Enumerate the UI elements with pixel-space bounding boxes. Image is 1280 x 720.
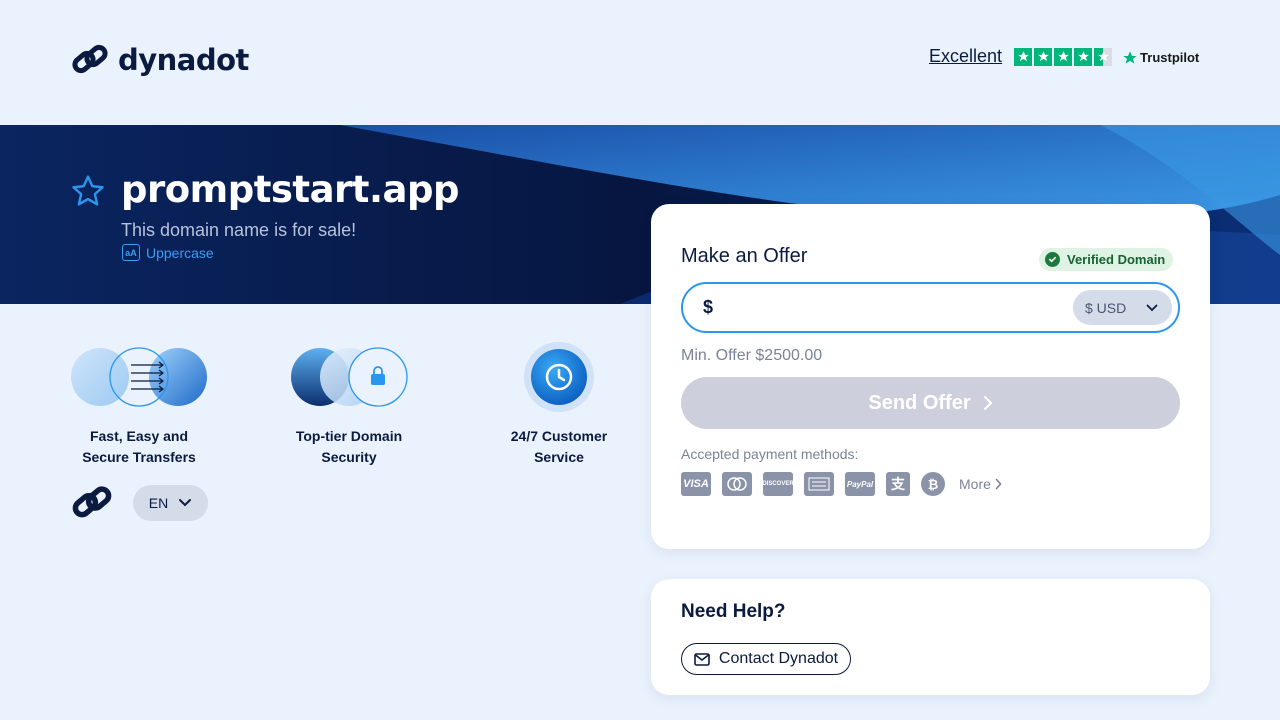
uppercase-toggle[interactable]: aA Uppercase xyxy=(122,244,214,261)
offer-card: Make an Offer Verified Domain $ $ USD Mi… xyxy=(651,204,1210,549)
feature-label: 24/7 Customer Service xyxy=(510,428,608,465)
half-star-icon xyxy=(1094,47,1113,66)
uppercase-icon: aA xyxy=(122,244,140,261)
offer-amount-input[interactable] xyxy=(719,297,1073,318)
verified-badge: Verified Domain xyxy=(1039,248,1174,271)
visa-icon: VISA xyxy=(681,472,711,496)
feature-transfers: Fast, Easy and Secure Transfers xyxy=(59,340,219,468)
feature-security: Top-tier Domain Security xyxy=(269,340,429,468)
check-icon xyxy=(1045,252,1060,267)
language-select[interactable]: EN xyxy=(133,485,208,521)
chevron-down-icon xyxy=(179,499,192,507)
trustpilot-excellent-link[interactable]: Excellent xyxy=(929,46,1002,67)
trustpilot-logo: Trustpilot xyxy=(1122,50,1199,66)
help-title: Need Help? xyxy=(681,601,786,622)
offer-amount-input-wrapper: $ $ USD xyxy=(681,282,1180,333)
more-label: More xyxy=(959,476,991,492)
send-offer-label: Send Offer xyxy=(868,391,971,414)
min-offer-text: Min. Offer $2500.00 xyxy=(681,347,823,364)
trustpilot-stars xyxy=(1014,47,1113,66)
send-offer-button[interactable]: Send Offer xyxy=(681,377,1180,429)
clock-icon xyxy=(524,342,594,412)
uppercase-label: Uppercase xyxy=(146,244,214,261)
trustpilot-brand: Trustpilot xyxy=(1140,50,1200,65)
currency-select[interactable]: $ USD xyxy=(1073,290,1172,325)
contact-label: Contact Dynadot xyxy=(718,650,839,667)
chain-link-icon xyxy=(72,44,108,74)
feature-label: Top-tier Domain Security xyxy=(295,428,403,465)
trustpilot-rating[interactable]: Excellent Trustpilot xyxy=(929,46,1199,67)
mail-icon xyxy=(694,652,710,666)
verified-label: Verified Domain xyxy=(1067,252,1166,267)
star-icon xyxy=(1014,47,1033,66)
chevron-right-icon xyxy=(995,478,1002,490)
chevron-down-icon xyxy=(1146,304,1158,311)
payment-methods: VISA DISCOVER PayPal 支 ₿ More xyxy=(681,472,1002,496)
transfer-icon xyxy=(71,347,207,407)
help-card: Need Help? Contact Dynadot xyxy=(651,579,1210,695)
more-payments-link[interactable]: More xyxy=(959,476,1002,492)
offer-title: Make an Offer xyxy=(681,245,808,267)
accepted-payments-label: Accepted payment methods: xyxy=(681,446,859,462)
star-icon xyxy=(1054,47,1073,66)
amex-icon xyxy=(804,472,834,496)
contact-dynadot-button[interactable]: Contact Dynadot xyxy=(681,643,851,675)
trustpilot-star-icon xyxy=(1123,50,1137,64)
mastercard-icon xyxy=(722,472,752,496)
feature-label: Fast, Easy and Secure Transfers xyxy=(82,428,196,465)
dynadot-mark-icon[interactable] xyxy=(70,481,114,525)
star-icon xyxy=(1074,47,1093,66)
currency-symbol: $ xyxy=(703,297,714,317)
paypal-icon: PayPal xyxy=(845,472,875,496)
feature-support: 24/7 Customer Service xyxy=(479,340,639,468)
dynadot-logo[interactable]: dynadot xyxy=(70,40,249,80)
lock-icon xyxy=(291,347,408,407)
alipay-icon: 支 xyxy=(886,472,910,496)
domain-name: promptstart.app xyxy=(121,168,459,211)
bitcoin-icon: ₿ xyxy=(921,472,945,496)
favorite-star-icon[interactable] xyxy=(70,173,106,209)
language-value: EN xyxy=(148,495,169,511)
star-icon xyxy=(1034,47,1053,66)
discover-icon: DISCOVER xyxy=(762,472,794,496)
currency-value: $ USD xyxy=(1085,299,1127,316)
chevron-right-icon xyxy=(983,396,993,410)
for-sale-subtitle: This domain name is for sale! xyxy=(121,220,357,240)
brand-name: dynadot xyxy=(118,43,249,77)
